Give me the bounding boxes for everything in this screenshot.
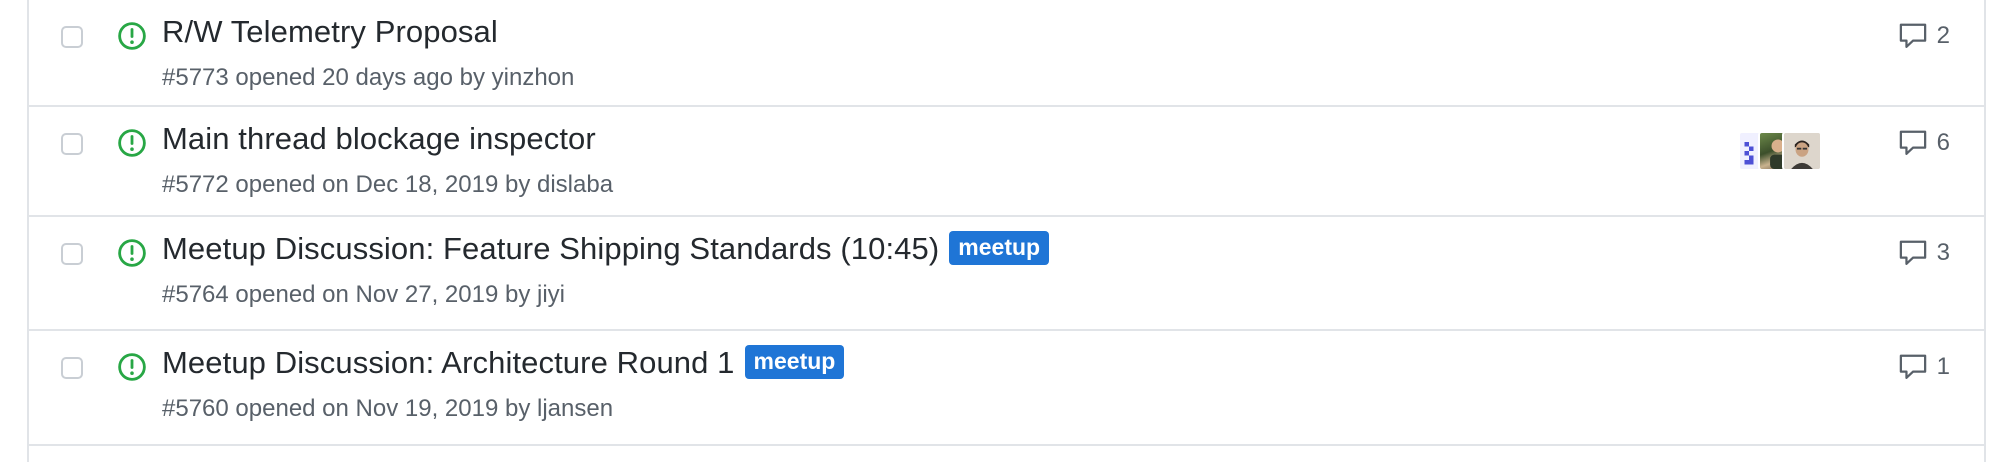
issue-label-meetup[interactable]: meetup [949,231,1050,265]
issue-title-link[interactable]: Main thread blockage inspector [162,121,596,157]
issue-select-checkbox[interactable] [61,243,83,265]
comment-icon [1899,23,1926,48]
issue-opened-text: opened on Nov 27, 2019 by [235,281,531,308]
issue-author-link[interactable]: yinzhon [492,64,575,91]
issue-opened-text: opened 20 days ago by [235,64,485,91]
issues-list: R/W Telemetry Proposal #5773 opened 20 d… [27,0,1986,462]
issue-author-link[interactable]: ljansen [537,395,613,422]
issue-title[interactable]: Meetup Discussion: Architecture Round 1 [162,345,735,381]
issue-meta: #5764 opened on Nov 27, 2019 by jiyi [162,281,565,309]
issue-opened-icon [118,129,146,157]
issue-row[interactable]: Main thread blockage inspector #5772 ope… [29,107,1984,217]
issue-label-meetup[interactable]: meetup [744,345,845,379]
issue-number: #5773 [162,64,229,91]
comment-count[interactable]: 1 [1937,353,1950,381]
issue-row[interactable]: Meetup Discussion: Feature Shipping Stan… [29,217,1984,331]
comment-icon [1899,130,1926,155]
issue-title-link[interactable]: Meetup Discussion: Architecture Round 1 … [162,345,845,381]
issue-title[interactable]: Meetup Discussion: Feature Shipping Stan… [162,231,939,267]
issue-title-link[interactable]: Meetup Discussion: Feature Shipping Stan… [162,231,1050,267]
issue-row[interactable]: Meetup Discussion: Architecture Round 1 … [29,331,1984,446]
issue-row[interactable]: R/W Telemetry Proposal #5773 opened 20 d… [29,0,1984,107]
issue-number: #5772 [162,171,229,198]
issue-title[interactable]: Main thread blockage inspector [162,121,596,157]
comments-link[interactable]: 3 [1898,239,1950,267]
issue-meta: #5760 opened on Nov 19, 2019 by ljansen [162,395,613,423]
comments-link[interactable]: 2 [1898,22,1950,50]
assignee-avatars[interactable] [1738,131,1822,171]
comment-count[interactable]: 6 [1937,129,1950,157]
comment-count[interactable]: 3 [1937,239,1950,267]
issue-title-link[interactable]: R/W Telemetry Proposal [162,14,498,50]
issue-number: #5764 [162,281,229,308]
issue-select-checkbox[interactable] [61,26,83,48]
comment-icon [1899,354,1926,379]
issue-opened-text: opened on Dec 18, 2019 by [235,171,531,198]
issue-title[interactable]: R/W Telemetry Proposal [162,14,498,50]
issue-opened-icon [118,239,146,267]
comment-icon [1899,240,1926,265]
person-photo-image [1784,133,1820,169]
comment-count[interactable]: 2 [1937,22,1950,50]
issue-opened-icon [118,353,146,381]
issue-number: #5760 [162,395,229,422]
comments-link[interactable]: 6 [1898,129,1950,157]
issue-author-link[interactable]: dislaba [537,171,613,198]
issue-meta: #5772 opened on Dec 18, 2019 by dislaba [162,171,613,199]
issue-author-link[interactable]: jiyi [537,281,565,308]
issue-opened-icon [118,22,146,50]
issue-opened-text: opened on Nov 19, 2019 by [235,395,531,422]
issue-meta: #5773 opened 20 days ago by yinzhon [162,64,574,92]
comments-link[interactable]: 1 [1898,353,1950,381]
issue-select-checkbox[interactable] [61,357,83,379]
assignee-avatar-photo[interactable] [1782,131,1822,171]
issue-select-checkbox[interactable] [61,133,83,155]
